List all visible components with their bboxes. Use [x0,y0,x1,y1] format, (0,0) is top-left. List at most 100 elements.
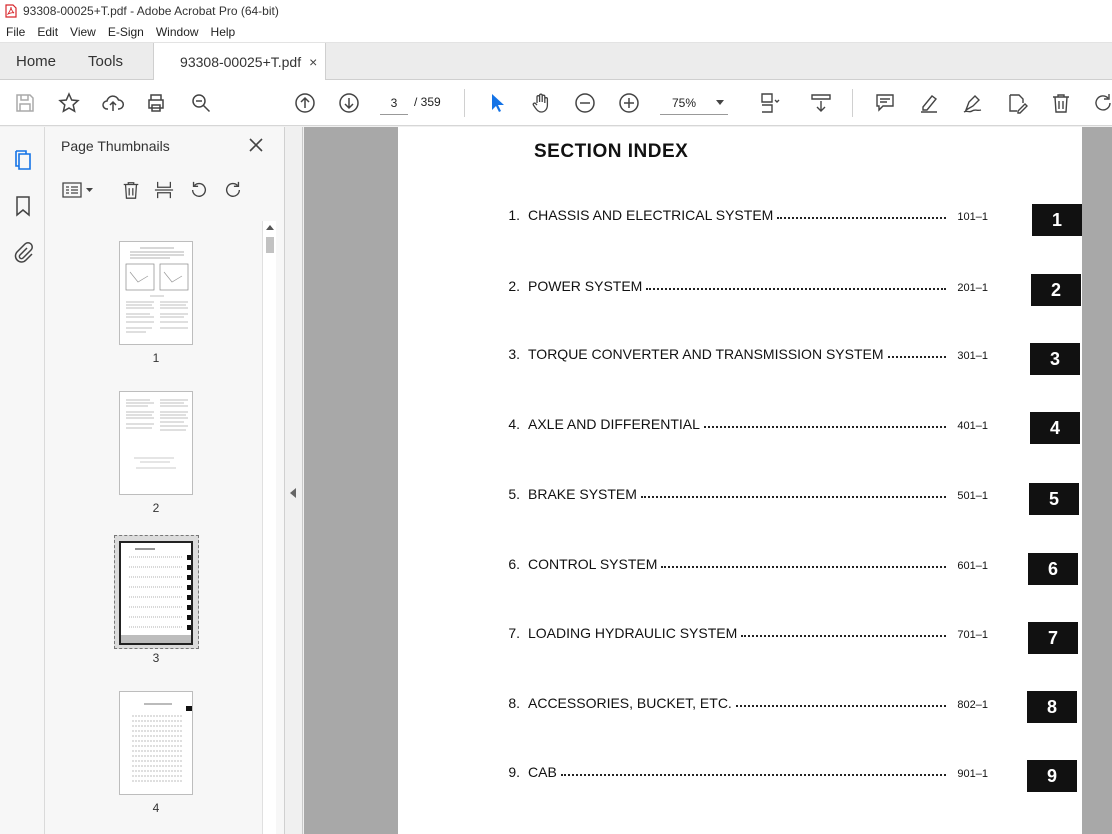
entry-page: 501–1 [957,490,988,502]
entry-title: CAB [528,764,557,780]
chevron-down-icon [716,99,724,105]
extract-pages-button[interactable] [151,177,177,203]
entry-number: 9. [508,764,520,780]
bookmarks-rail-button[interactable] [10,193,36,219]
thumbnail-toolbar [45,177,285,203]
panel-title: Page Thumbnails [61,138,170,154]
menu-view[interactable]: View [64,25,102,39]
plus-circle-icon [619,93,639,113]
scrollbar-thumb[interactable] [266,237,274,253]
index-entry-7[interactable]: 7. LOADING HYDRAULIC SYSTEM 701–1 [498,621,988,641]
attachments-rail-button[interactable] [10,239,36,265]
section-tab-1: 1 [1032,204,1082,236]
thumbnail-label: 3 [152,651,160,665]
menu-file[interactable]: File [0,25,31,39]
index-entry-6[interactable]: 6. CONTROL SYSTEM 601–1 [498,552,988,572]
scroll-up-arrow-icon[interactable] [266,225,274,230]
save-button[interactable] [12,91,38,115]
thumbnail-page-1[interactable]: 1 [119,241,193,365]
hand-tool-button[interactable] [528,91,554,115]
thumbnail-scrollbar[interactable] [262,221,276,834]
entry-page: 901–1 [957,768,988,780]
delete-button[interactable] [1048,91,1074,115]
index-entry-4[interactable]: 4. AXLE AND DIFFERENTIAL 401–1 [498,412,988,432]
index-entry-8[interactable]: 8. ACCESSORIES, BUCKET, ETC. 802–1 [498,691,988,711]
entry-title: POWER SYSTEM [528,278,643,294]
page-preview-drawing [126,399,188,469]
hand-icon [532,93,549,113]
entry-title: TORQUE CONVERTER AND TRANSMISSION SYSTEM [528,346,884,362]
sign-button[interactable] [960,91,986,115]
delete-pages-button[interactable] [118,177,144,203]
section-index-title: SECTION INDEX [534,141,689,162]
entry-number: 4. [508,416,520,432]
minus-circle-icon [575,93,595,113]
index-entry-2[interactable]: 2. POWER SYSTEM 201–1 [498,274,988,294]
document-viewer[interactable]: SECTION INDEX 1. CHASSIS AND ELECTRICAL … [304,127,1112,834]
entry-title: ACCESSORIES, BUCKET, ETC. [528,695,732,711]
index-entry-5[interactable]: 5. BRAKE SYSTEM 501–1 [498,482,988,502]
menu-edit[interactable]: Edit [31,25,64,39]
thumbnail-options-button[interactable] [59,177,97,203]
thumbnail-label: 4 [152,801,160,815]
panel-collapse-handle[interactable] [285,127,303,834]
rotate-clockwise-button[interactable] [220,177,246,203]
entry-number: 5. [508,486,520,502]
rotate-counterclockwise-button[interactable] [186,177,212,203]
pen-sign-icon [963,95,982,113]
upload-button[interactable] [100,91,126,115]
previous-page-button[interactable] [292,91,318,115]
page-display-button[interactable] [752,91,788,115]
entry-page: 101–1 [957,211,988,223]
thumbnail-page-2[interactable]: 2 [119,391,193,515]
menu-help[interactable]: Help [205,25,242,39]
close-tab-icon[interactable]: × [309,54,317,70]
thumbnail-image [119,541,193,645]
thumbnail-image [119,391,193,495]
index-entry-3[interactable]: 3. TORQUE CONVERTER AND TRANSMISSION SYS… [498,342,988,362]
index-entry-9[interactable]: 9. CAB 901–1 [498,760,988,780]
thumbnail-page-3[interactable]: 3 [119,541,193,665]
scroll-mode-button[interactable] [808,91,834,115]
page-number-input[interactable]: 3 [380,91,408,115]
page-thumbnails-rail-button[interactable] [10,147,36,173]
rotate-button[interactable] [1090,91,1112,115]
menu-window[interactable]: Window [150,25,205,39]
pdf-page: SECTION INDEX 1. CHASSIS AND ELECTRICAL … [398,127,1082,834]
zoom-search-icon [192,94,211,113]
select-tool-button[interactable] [484,91,510,115]
thumbnail-page-4[interactable]: 4 [119,691,193,815]
tab-document[interactable]: 93308-00025+T.pdf × [153,43,327,81]
index-entry-1[interactable]: 1. CHASSIS AND ELECTRICAL SYSTEM 101–1 [498,203,988,223]
collapse-arrow-icon[interactable] [290,488,296,498]
menu-esign[interactable]: E-Sign [102,25,150,39]
highlight-button[interactable] [916,91,942,115]
entry-title: LOADING HYDRAULIC SYSTEM [528,625,738,641]
section-tab-6: 6 [1028,553,1078,585]
entry-title: CONTROL SYSTEM [528,556,658,572]
find-button[interactable] [188,91,214,115]
toolbar-separator [464,89,465,117]
tab-home[interactable]: Home [0,43,72,79]
entry-number: 6. [508,556,520,572]
next-page-button[interactable] [336,91,362,115]
tab-tools[interactable]: Tools [72,43,139,79]
print-button[interactable] [143,91,169,115]
fit-page-icon [761,93,780,113]
comment-button[interactable] [872,91,898,115]
zoom-out-button[interactable] [572,91,598,115]
close-icon[interactable] [247,136,265,154]
section-tab-3: 3 [1030,343,1080,375]
thumbnail-image [119,691,193,795]
left-navigation-rail [0,127,45,834]
bookmark-star-button[interactable] [56,91,82,115]
zoom-in-button[interactable] [616,91,642,115]
edit-pdf-button[interactable] [1004,91,1030,115]
zoom-level-select[interactable]: 75% [660,91,728,115]
arrow-up-circle-icon [295,93,315,113]
leader-dots [646,288,946,290]
entry-number: 3. [508,346,520,362]
leader-dots [640,496,946,498]
pages-icon [15,150,31,170]
main-toolbar: 3 / 359 75% [0,80,1112,126]
